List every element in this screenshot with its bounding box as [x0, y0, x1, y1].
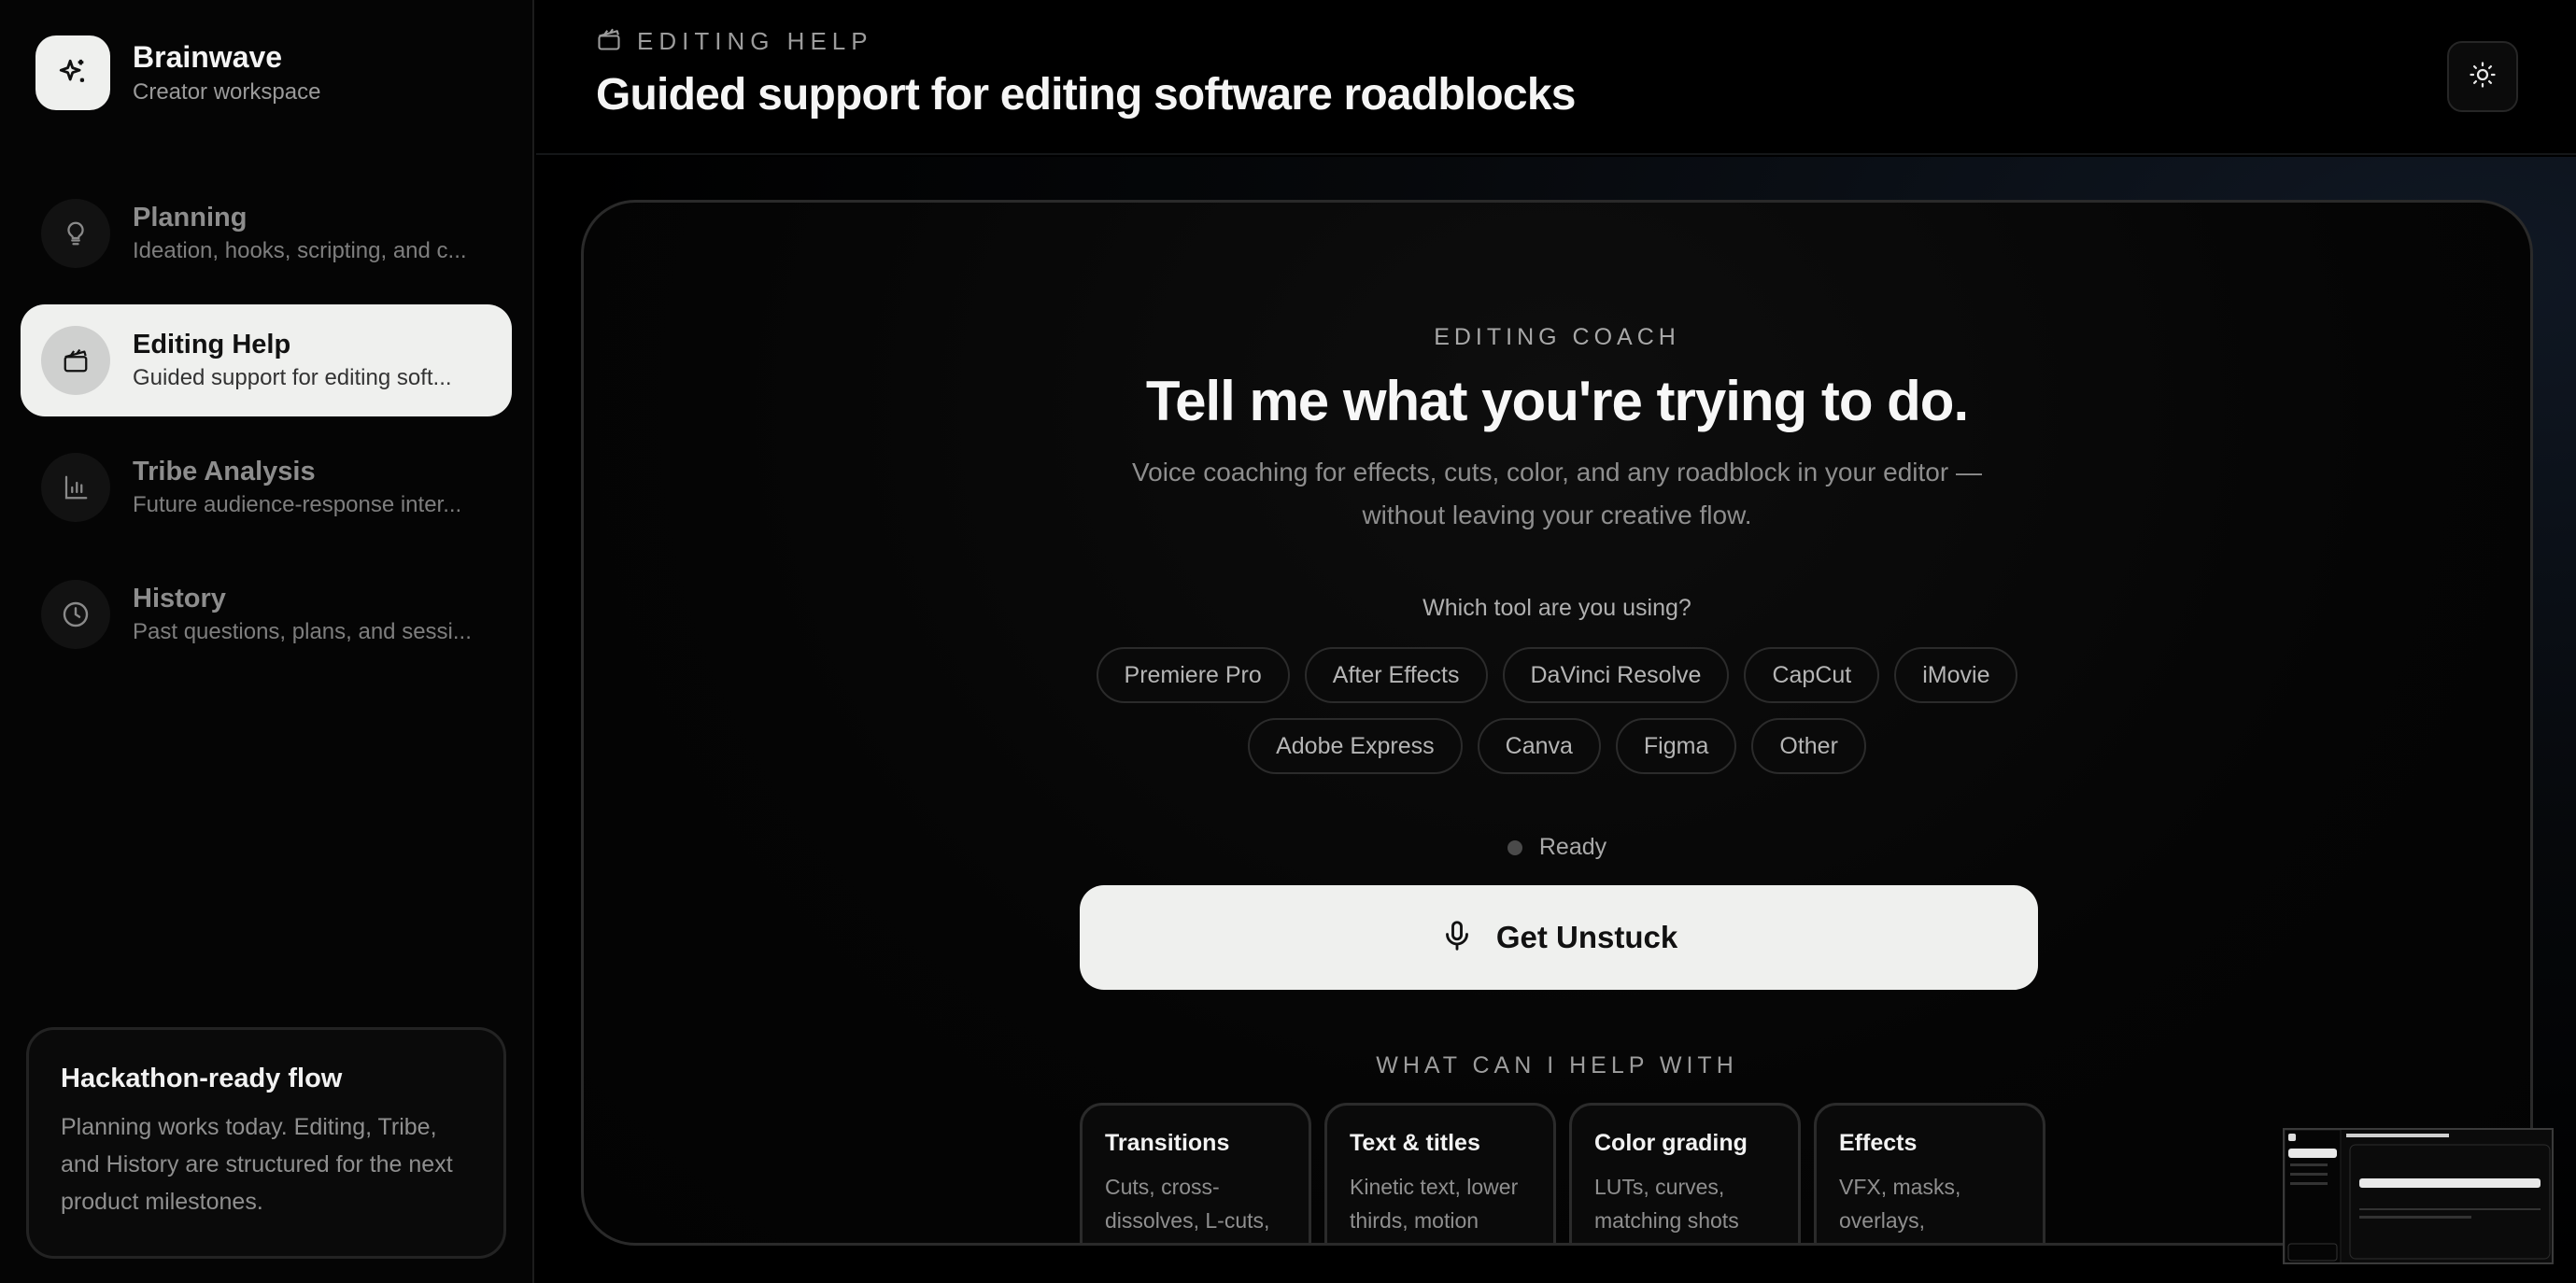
- coach-headline: Tell me what you're trying to do.: [1145, 370, 1969, 432]
- lightbulb-icon: [41, 199, 110, 268]
- preview-thumbnail[interactable]: [2283, 1128, 2554, 1264]
- brand-name: Brainwave: [133, 40, 283, 74]
- sidebar-item-title: Tribe Analysis: [133, 457, 316, 486]
- help-heading: WHAT CAN I HELP WITH: [1376, 1052, 1738, 1079]
- get-unstuck-button[interactable]: Get Unstuck: [1080, 885, 2038, 990]
- help-card-desc: Kinetic text, lower thirds, motion: [1350, 1175, 1519, 1233]
- help-card-transitions[interactable]: Transitions Cuts, cross-dissolves, L-cut…: [1080, 1103, 1311, 1243]
- main-content: EDITING COACH Tell me what you're trying…: [536, 157, 2576, 1283]
- tool-chip-other[interactable]: Other: [1751, 718, 1866, 774]
- sidebar-item-editing-help[interactable]: Editing Help Guided support for editing …: [21, 304, 512, 416]
- sidebar-item-title: Editing Help: [133, 330, 291, 360]
- sidebar-item-desc: Guided support for editing soft...: [133, 365, 452, 390]
- tool-chip-davinci-resolve[interactable]: DaVinci Resolve: [1502, 647, 1730, 703]
- sidebar-item-title: History: [133, 584, 226, 613]
- coach-subcopy: Voice coaching for effects, cuts, color,…: [584, 451, 2530, 537]
- sparkles-icon: [35, 35, 110, 110]
- clapperboard-icon: [596, 26, 622, 57]
- help-card-effects[interactable]: Effects VFX, masks, overlays,: [1814, 1103, 2045, 1243]
- tool-chip-imovie[interactable]: iMovie: [1894, 647, 2018, 703]
- status-indicator: Ready: [584, 834, 2530, 861]
- help-card-title: Color grading: [1594, 1130, 1748, 1156]
- tool-chip-canva[interactable]: Canva: [1477, 718, 1601, 774]
- tool-chips-row: Premiere Pro After Effects DaVinci Resol…: [584, 647, 2530, 703]
- coach-subcopy-line: without leaving your creative flow.: [1362, 501, 1752, 529]
- brand[interactable]: Brainwave Creator workspace: [35, 35, 320, 110]
- sidebar-nav: Planning Ideation, hooks, scripting, and…: [21, 177, 512, 685]
- theme-toggle-button[interactable]: [2447, 41, 2518, 112]
- help-card-title: Text & titles: [1350, 1130, 1480, 1156]
- hackathon-card: Hackathon-ready flow Planning works toda…: [26, 1027, 506, 1259]
- sun-icon: [2469, 61, 2497, 93]
- brand-subtitle: Creator workspace: [133, 79, 321, 105]
- microphone-icon: [1440, 919, 1474, 957]
- sidebar: Brainwave Creator workspace Planning Ide…: [0, 0, 534, 1283]
- help-card-color-grading[interactable]: Color grading LUTs, curves, matching sho…: [1569, 1103, 1801, 1243]
- clock-icon: [41, 580, 110, 649]
- bar-chart-icon: [41, 453, 110, 522]
- help-card-desc: Cuts, cross-dissolves, L-cuts,: [1105, 1175, 1270, 1233]
- page-header: EDITING HELP Guided support for editing …: [536, 0, 2576, 155]
- get-unstuck-label: Get Unstuck: [1495, 920, 1678, 954]
- tool-chip-capcut[interactable]: CapCut: [1744, 647, 1880, 703]
- help-card-desc: VFX, masks, overlays,: [1839, 1175, 1961, 1233]
- header-eyebrow-label: EDITING HELP: [637, 27, 873, 55]
- tool-question: Which tool are you using?: [1422, 595, 1691, 621]
- editing-coach-panel: EDITING COACH Tell me what you're trying…: [581, 200, 2533, 1246]
- sidebar-item-planning[interactable]: Planning Ideation, hooks, scripting, and…: [21, 177, 512, 289]
- tool-chip-premiere-pro[interactable]: Premiere Pro: [1096, 647, 1290, 703]
- coach-subcopy-line: Voice coaching for effects, cuts, color,…: [1132, 458, 1982, 486]
- sidebar-item-desc: Past questions, plans, and sessi...: [133, 619, 472, 644]
- hackathon-card-body: Planning works today. Editing, Tribe, an…: [61, 1114, 453, 1215]
- sidebar-item-title: Planning: [133, 203, 248, 233]
- help-card-title: Effects: [1839, 1130, 1918, 1156]
- help-card-title: Transitions: [1105, 1130, 1230, 1156]
- tool-chip-figma[interactable]: Figma: [1615, 718, 1737, 774]
- tool-chip-after-effects[interactable]: After Effects: [1304, 647, 1488, 703]
- hackathon-card-title: Hackathon-ready flow: [61, 1064, 343, 1093]
- header-eyebrow: EDITING HELP: [596, 26, 873, 57]
- sidebar-item-tribe-analysis[interactable]: Tribe Analysis Future audience-response …: [21, 431, 512, 543]
- help-card-text-titles[interactable]: Text & titles Kinetic text, lower thirds…: [1324, 1103, 1556, 1243]
- page-title: Guided support for editing software road…: [596, 70, 1576, 120]
- sidebar-item-history[interactable]: History Past questions, plans, and sessi…: [21, 558, 512, 670]
- status-label: Ready: [1538, 834, 1607, 860]
- help-cards: Transitions Cuts, cross-dissolves, L-cut…: [1080, 1103, 2045, 1243]
- help-card-desc: LUTs, curves, matching shots: [1594, 1175, 1739, 1233]
- tool-chips-row: Adobe Express Canva Figma Other: [584, 718, 2530, 774]
- clapperboard-icon: [41, 326, 110, 395]
- coach-eyebrow: EDITING COACH: [1434, 324, 1680, 350]
- status-dot: [1507, 839, 1522, 855]
- tool-chip-adobe-express[interactable]: Adobe Express: [1248, 718, 1463, 774]
- sidebar-item-desc: Ideation, hooks, scripting, and c...: [133, 238, 467, 263]
- sidebar-item-desc: Future audience-response inter...: [133, 492, 462, 517]
